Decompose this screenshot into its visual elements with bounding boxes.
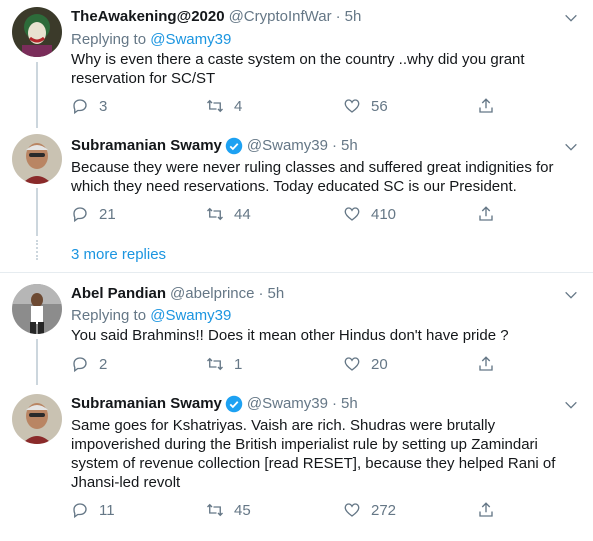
like-icon	[344, 503, 360, 517]
chevron-down-icon[interactable]	[563, 287, 579, 303]
user-handle[interactable]: @Swamy39	[247, 137, 328, 155]
like-icon	[344, 207, 360, 221]
tweet-header: Subramanian Swamy @Swamy39 · 5h	[71, 395, 358, 413]
like-count: 410	[371, 205, 397, 223]
reply-icon	[73, 357, 87, 373]
like-icon	[344, 99, 360, 113]
show-more-replies-link[interactable]: 3 more replies	[71, 245, 166, 264]
like-button[interactable]: 56	[343, 97, 388, 115]
verified-badge-icon	[225, 395, 243, 413]
chevron-down-icon[interactable]	[563, 10, 579, 26]
thread-line	[36, 339, 38, 385]
replying-to: Replying to @Swamy39	[71, 30, 231, 49]
user-handle[interactable]: @Swamy39	[247, 395, 328, 413]
user-handle[interactable]: @abelprince	[170, 285, 254, 303]
share-button[interactable]	[477, 501, 495, 519]
thread-line	[36, 62, 38, 128]
retweet-icon	[207, 357, 223, 371]
replying-to: Replying to @Swamy39	[71, 306, 231, 325]
like-count: 20	[371, 355, 388, 373]
retweet-button[interactable]: 1	[206, 355, 242, 373]
tweet-text: Because they were never ruling classes a…	[71, 159, 554, 195]
timestamp[interactable]: 5h	[267, 285, 284, 303]
like-count: 56	[371, 97, 388, 115]
retweet-button[interactable]: 4	[206, 97, 242, 115]
like-button[interactable]: 272	[343, 501, 396, 519]
thread-dots	[36, 240, 38, 260]
reply-button[interactable]: 11	[71, 501, 115, 519]
display-name[interactable]: TheAwakening@2020	[71, 8, 225, 26]
replying-to-label: Replying to	[71, 307, 147, 324]
retweet-icon	[207, 207, 223, 221]
reply-count: 3	[99, 97, 108, 115]
tweet-actions: 3 4 56	[71, 97, 511, 117]
avatar[interactable]	[12, 284, 62, 334]
tweet-header: Subramanian Swamy @Swamy39 · 5h	[71, 137, 358, 155]
tweet-text: Same goes for Kshatriyas. Vaish are rich…	[71, 417, 556, 491]
reply-button[interactable]: 21	[71, 205, 116, 223]
separator-dot: ·	[258, 285, 264, 302]
reply-icon	[73, 99, 87, 115]
tweet-actions: 2 1 20	[71, 355, 511, 375]
chevron-down-icon[interactable]	[563, 397, 579, 413]
reply-icon	[73, 207, 87, 223]
timestamp[interactable]: 5h	[345, 8, 362, 26]
tweet-actions: 21 44 410	[71, 205, 511, 225]
share-icon	[479, 356, 493, 371]
share-icon	[479, 502, 493, 517]
separator-dot: ·	[331, 395, 337, 412]
tweet-3[interactable]: Abel Pandian @abelprince · 5h Replying t…	[0, 273, 593, 385]
tweet-actions: 11 45 272	[71, 501, 511, 521]
like-count: 272	[371, 501, 397, 519]
retweet-icon	[207, 503, 223, 517]
chevron-down-icon[interactable]	[563, 139, 579, 155]
like-icon	[344, 357, 360, 371]
avatar[interactable]	[12, 7, 62, 57]
reply-icon	[73, 503, 87, 519]
replying-to-label: Replying to	[71, 31, 147, 48]
retweet-count: 4	[234, 97, 243, 115]
tweet-4[interactable]: Subramanian Swamy @Swamy39 · 5h Same goe…	[0, 385, 593, 541]
tweet-header: Abel Pandian @abelprince · 5h	[71, 285, 284, 303]
timestamp[interactable]: 5h	[341, 137, 358, 155]
avatar[interactable]	[12, 394, 62, 444]
thread-line	[36, 188, 38, 236]
share-button[interactable]	[477, 205, 495, 223]
mention-link[interactable]: @Swamy39	[150, 31, 231, 48]
separator-dot: ·	[331, 137, 337, 154]
retweet-button[interactable]: 44	[206, 205, 251, 223]
retweet-count: 1	[234, 355, 243, 373]
avatar[interactable]	[12, 134, 62, 184]
reply-button[interactable]: 2	[71, 355, 107, 373]
retweet-icon	[207, 99, 223, 113]
like-button[interactable]: 20	[343, 355, 388, 373]
share-icon	[479, 98, 493, 113]
like-button[interactable]: 410	[343, 205, 396, 223]
user-handle[interactable]: @CryptoInfWar	[229, 8, 332, 26]
display-name[interactable]: Abel Pandian	[71, 285, 166, 303]
share-icon	[479, 206, 493, 221]
reply-count: 21	[99, 205, 116, 223]
retweet-count: 44	[234, 205, 251, 223]
tweet-2[interactable]: Subramanian Swamy @Swamy39 · 5h Because …	[0, 128, 593, 268]
display-name[interactable]: Subramanian Swamy	[71, 137, 222, 155]
timestamp[interactable]: 5h	[341, 395, 358, 413]
reply-count: 2	[99, 355, 108, 373]
separator-dot: ·	[335, 8, 341, 25]
share-button[interactable]	[477, 97, 495, 115]
reply-count: 11	[99, 501, 115, 519]
share-button[interactable]	[477, 355, 495, 373]
tweet-header: TheAwakening@2020 @CryptoInfWar · 5h	[71, 8, 361, 26]
display-name[interactable]: Subramanian Swamy	[71, 395, 222, 413]
verified-badge-icon	[225, 137, 243, 155]
tweet-text: Why is even there a caste system on the …	[71, 51, 525, 87]
reply-button[interactable]: 3	[71, 97, 107, 115]
retweet-button[interactable]: 45	[206, 501, 251, 519]
mention-link[interactable]: @Swamy39	[150, 307, 231, 324]
retweet-count: 45	[234, 501, 251, 519]
tweet-text: You said Brahmins!! Does it mean other H…	[71, 327, 509, 344]
tweet-1[interactable]: TheAwakening@2020 @CryptoInfWar · 5h Rep…	[0, 0, 593, 128]
